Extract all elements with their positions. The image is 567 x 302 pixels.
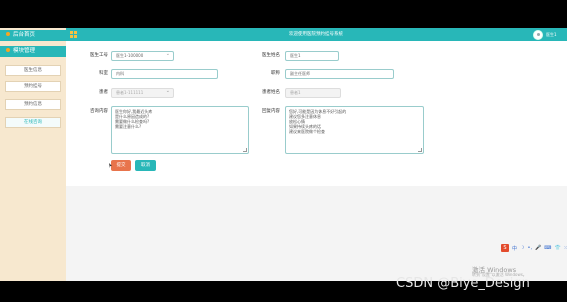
tray-punct[interactable]: •, bbox=[528, 245, 533, 251]
reply-textarea[interactable]: 您好,可能是因为休息不好引起的 建议您多注意休息 放松心情 如果持续头疼的话 建… bbox=[285, 106, 424, 154]
topbar: 欢迎使用医院预约挂号系统 医生1 bbox=[66, 28, 567, 41]
sidebar: 后台首页 模块管理 医生信息 预约挂号 预约信息 在线咨询 bbox=[0, 28, 66, 281]
sidebar-head-home[interactable]: 后台首页 bbox=[0, 30, 66, 41]
label-department: 科室 bbox=[99, 71, 108, 76]
tray-moon-icon[interactable]: ☽ bbox=[520, 245, 524, 251]
patient-name-field[interactable]: 患者1 bbox=[285, 88, 341, 98]
label-title: 职称 bbox=[271, 71, 280, 76]
tray-skin-icon[interactable]: 👕 bbox=[555, 245, 561, 251]
label-patient-name: 患者姓名 bbox=[262, 90, 280, 95]
tray-mic-icon[interactable]: 🎤 bbox=[535, 245, 541, 251]
module-dot-icon bbox=[6, 48, 10, 52]
sidebar-home-label: 后台首页 bbox=[13, 32, 36, 38]
sogou-ime-icon[interactable]: S bbox=[501, 244, 509, 252]
app-window: 后台首页 模块管理 医生信息 预约挂号 预约信息 在线咨询 欢迎使用医院预约挂号… bbox=[0, 28, 567, 281]
user-name[interactable]: 医生1 bbox=[546, 28, 557, 41]
tray-keyboard-icon[interactable]: ⌨ bbox=[544, 245, 551, 251]
label-question: 咨询内容 bbox=[90, 109, 108, 114]
resize-grip-icon[interactable] bbox=[418, 148, 422, 152]
sidebar-item-2[interactable]: 预约信息 bbox=[5, 99, 61, 110]
sidebar-item-3[interactable]: 在线咨询 bbox=[5, 117, 61, 128]
reply-line-4: 建议来医院做个检查 bbox=[289, 129, 325, 134]
ime-tray[interactable]: S 中 ☽ •, 🎤 ⌨ 👕 ⁙ bbox=[501, 243, 567, 253]
csdn-watermark: CSDN @Biye_Design bbox=[396, 276, 530, 291]
tray-lang[interactable]: 中 bbox=[512, 245, 517, 252]
sidebar-item-0[interactable]: 医生信息 bbox=[5, 65, 61, 76]
menu-grid-icon[interactable] bbox=[70, 31, 77, 38]
question-textarea[interactable]: 医生你好,我最近头疼 是什么原因造成的? 需要做什么检查吗? 需要注意什么? bbox=[111, 106, 249, 154]
title-field[interactable]: 副主任医师 bbox=[285, 69, 394, 79]
avatar[interactable] bbox=[533, 29, 543, 40]
submit-label: 提交 bbox=[116, 163, 126, 168]
sidebar-module-label: 模块管理 bbox=[13, 48, 36, 54]
department-field[interactable]: 内科 bbox=[111, 69, 218, 79]
resize-grip-icon[interactable] bbox=[243, 148, 247, 152]
sidebar-head-module[interactable]: 模块管理 bbox=[0, 46, 66, 57]
label-patient: 患者 bbox=[99, 90, 108, 95]
pointer-cursor-icon bbox=[109, 163, 112, 168]
submit-button[interactable]: 提交 bbox=[109, 160, 131, 171]
patient-select[interactable]: 患者1-111111 bbox=[111, 88, 174, 98]
label-doctor-name: 医生姓名 bbox=[262, 53, 280, 58]
sidebar-item-1[interactable]: 预约挂号 bbox=[5, 81, 61, 92]
home-dot-icon bbox=[6, 32, 10, 36]
doctor-id-select[interactable]: 医生1-100000 bbox=[111, 51, 174, 61]
doctor-name-field[interactable]: 医生1 bbox=[285, 51, 339, 61]
cancel-button[interactable]: 取消 bbox=[135, 160, 156, 171]
question-line-3: 需要注意什么? bbox=[115, 124, 142, 129]
screen-frame: 后台首页 模块管理 医生信息 预约挂号 预约信息 在线咨询 欢迎使用医院预约挂号… bbox=[0, 0, 567, 302]
system-title: 欢迎使用医院预约挂号系统 bbox=[289, 32, 343, 37]
label-reply: 回复内容 bbox=[262, 109, 280, 114]
label-doctor-id: 医生工号 bbox=[90, 53, 108, 58]
